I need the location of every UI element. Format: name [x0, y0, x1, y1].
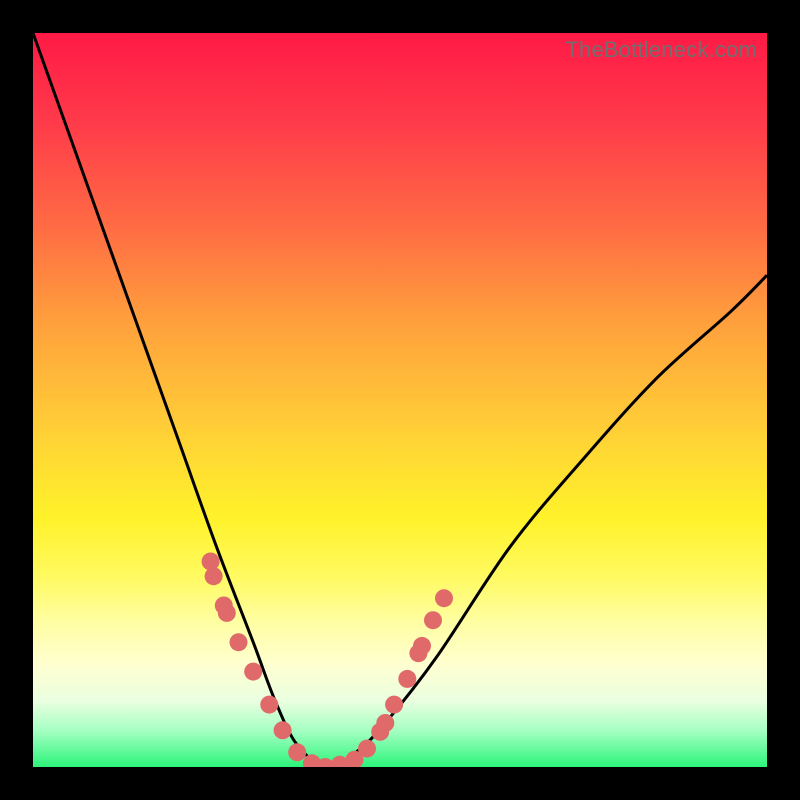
marker-point — [230, 633, 248, 651]
marker-point — [424, 611, 442, 629]
marker-point — [205, 567, 223, 585]
marker-point — [376, 714, 394, 732]
marker-point — [413, 637, 431, 655]
marker-point — [288, 743, 306, 761]
marker-group — [202, 553, 453, 768]
bottleneck-curve — [33, 33, 767, 767]
marker-point — [398, 670, 416, 688]
marker-point — [435, 589, 453, 607]
marker-point — [218, 604, 236, 622]
marker-point — [274, 721, 292, 739]
marker-point — [358, 740, 376, 758]
chart-svg — [33, 33, 767, 767]
marker-point — [244, 663, 262, 681]
plot-area: TheBottleneck.com — [33, 33, 767, 767]
outer-frame: TheBottleneck.com — [0, 0, 800, 800]
marker-point — [260, 696, 278, 714]
watermark-text: TheBottleneck.com — [565, 37, 757, 63]
marker-point — [385, 696, 403, 714]
